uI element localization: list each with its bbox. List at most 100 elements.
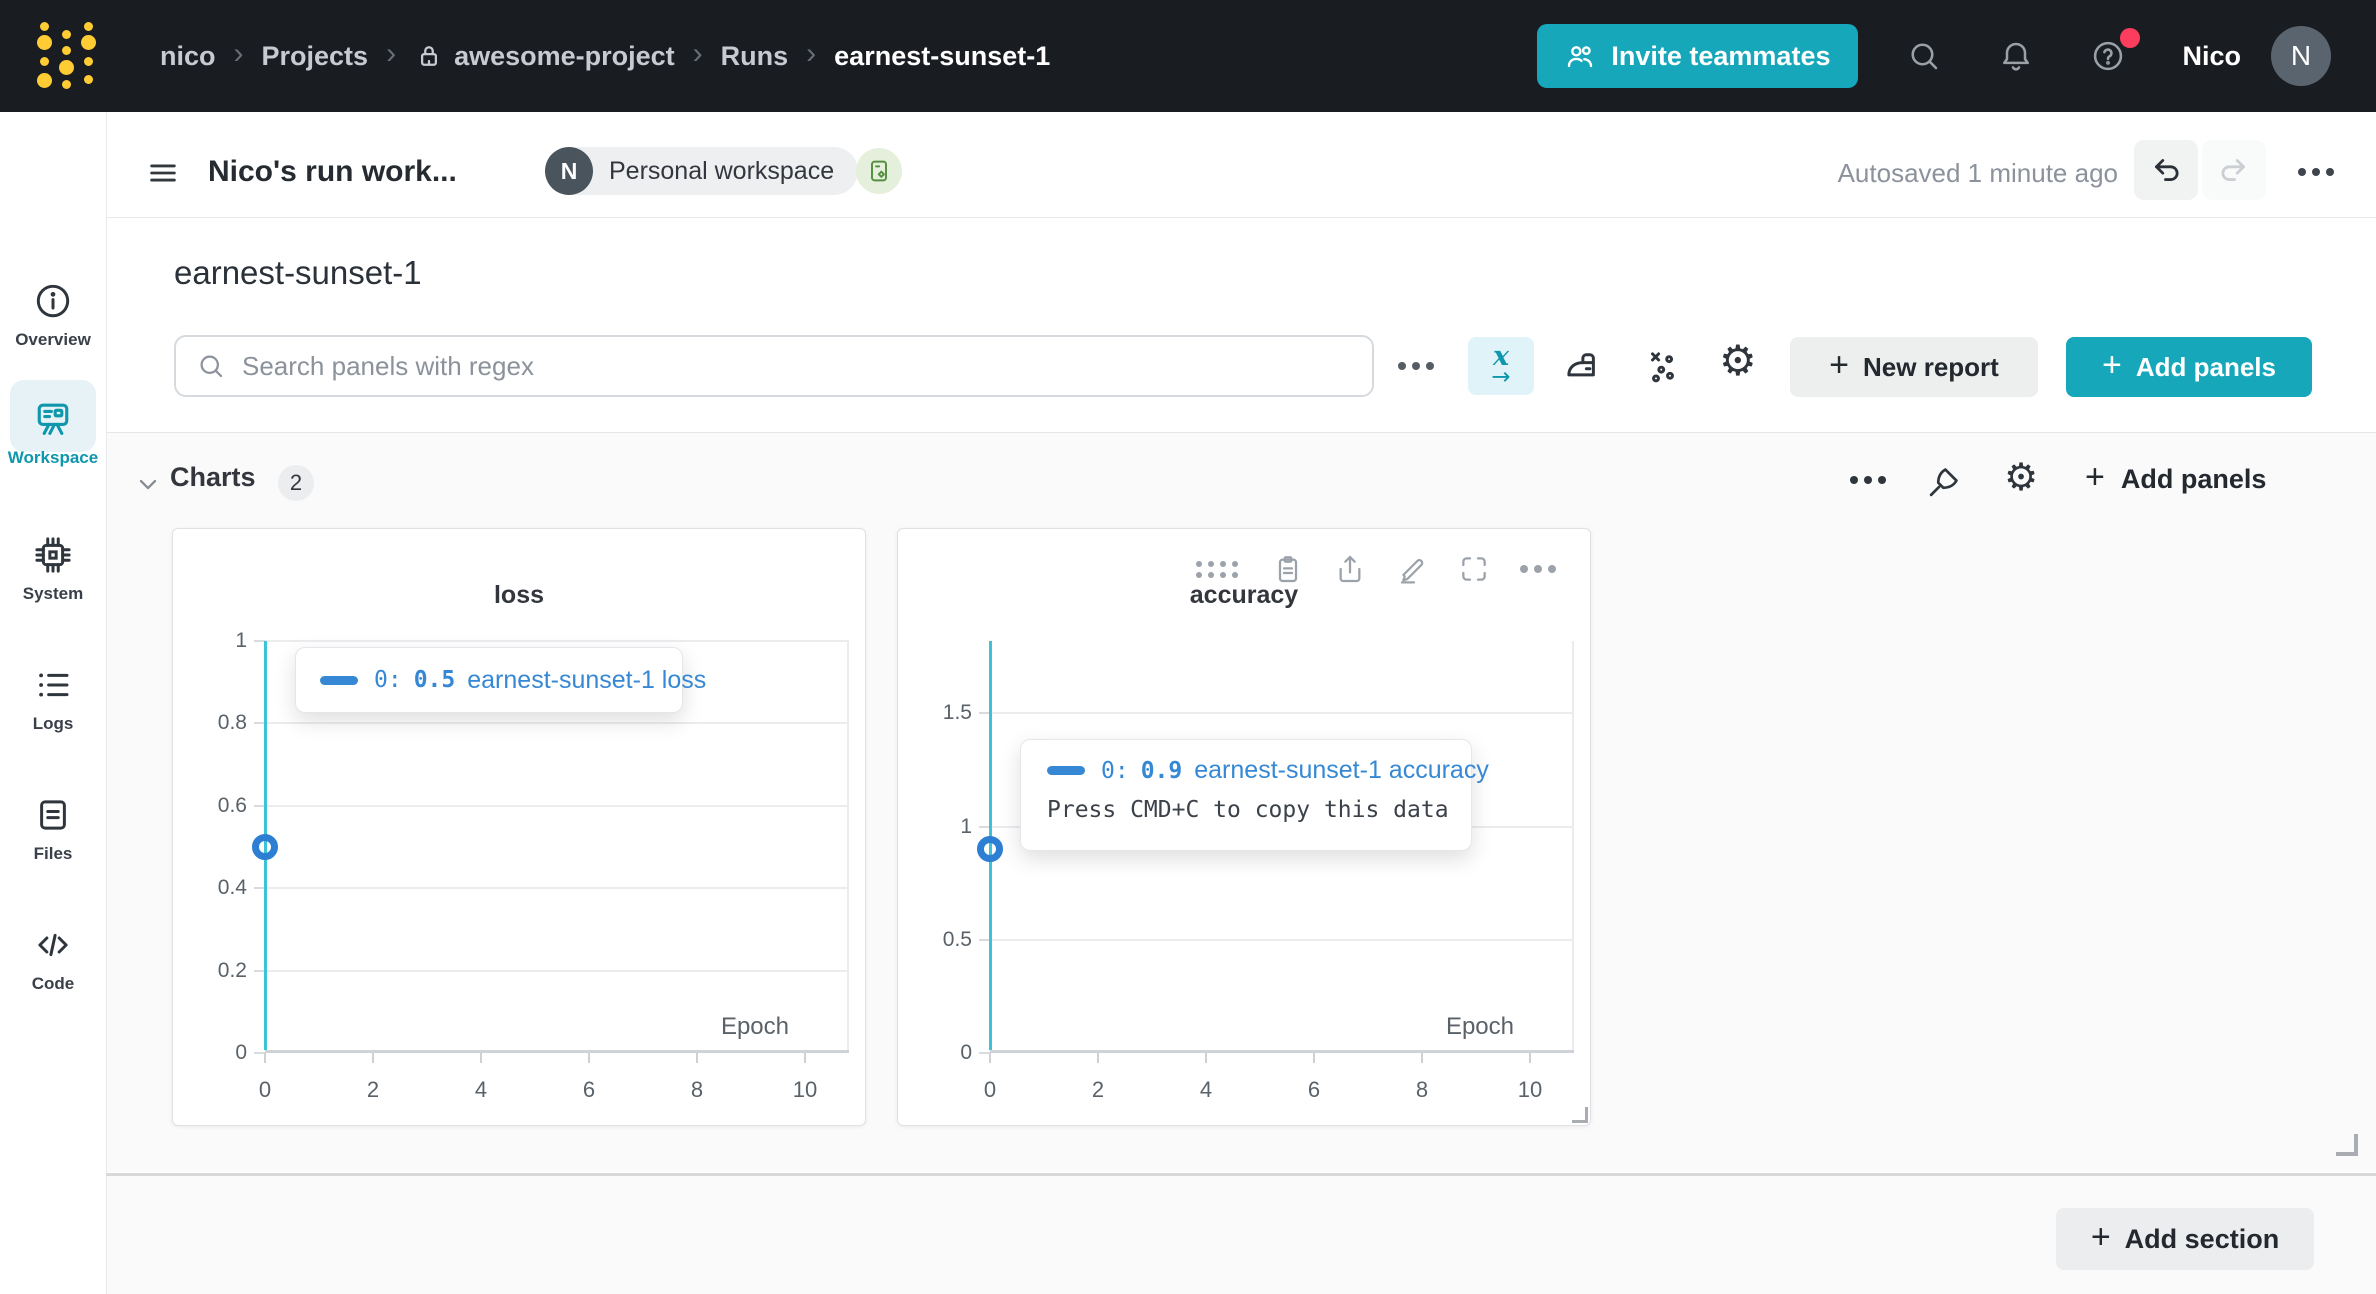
navbar-icons: [1906, 28, 2141, 74]
breadcrumb-runs[interactable]: Runs: [721, 41, 789, 72]
top-navbar: nico › Projects › awesome-project › Runs…: [0, 0, 2376, 112]
x-tick-label: 6: [1307, 1077, 1321, 1102]
chevron-down-icon[interactable]: [134, 470, 162, 498]
y-tick-label: 1: [235, 629, 247, 652]
series-legend-dash: [1047, 766, 1085, 775]
sidebar-item-overview[interactable]: Overview: [0, 280, 106, 350]
chart-tooltip: 0: 0.9 earnest-sunset-1 accuracy Press C…: [1020, 739, 1489, 851]
series-legend-dash: [320, 675, 358, 685]
new-report-label: New report: [1863, 351, 1999, 382]
wandb-logo[interactable]: [37, 18, 102, 96]
invite-teammates-button[interactable]: Invite teammates: [1537, 24, 1859, 88]
panel-resize-handle[interactable]: [1572, 1107, 1588, 1123]
workspace-avatar: N: [545, 147, 593, 195]
search-input[interactable]: [240, 349, 1372, 383]
sidebar-item-system[interactable]: System: [0, 534, 106, 604]
y-gridline: [265, 969, 849, 972]
breadcrumb-project[interactable]: awesome-project: [414, 41, 675, 72]
left-sidebar: Overview Workspace System Logs Files Cod…: [0, 112, 107, 1294]
charts-count-badge: 2: [278, 465, 314, 501]
redo-button[interactable]: [2202, 140, 2266, 200]
x-tick-label: 10: [792, 1077, 818, 1102]
outliers-scatter-icon[interactable]: [1642, 346, 1684, 388]
x-tick: [989, 1053, 991, 1063]
workspace-badge-label: Personal workspace: [609, 156, 835, 185]
new-report-button[interactable]: + New report: [1790, 337, 2038, 397]
tooltip-step: 0:: [374, 667, 402, 693]
sidebar-item-files[interactable]: Files: [0, 794, 106, 864]
x-tick-label: 0: [258, 1077, 272, 1102]
y-tick-label: 0.2: [217, 958, 247, 982]
chevron-right-separator: ›: [692, 37, 703, 70]
y-tick-label: 0.5: [942, 927, 972, 951]
x-tick: [804, 1053, 806, 1063]
y-tick-label: 0.8: [217, 711, 247, 735]
x-tick: [372, 1053, 374, 1063]
y-tick-label: 0: [235, 1041, 247, 1064]
notification-dot: [2120, 28, 2141, 48]
sidebar-item-code[interactable]: Code: [0, 924, 106, 994]
section-settings-gear-icon[interactable]: ⚙: [2004, 458, 2038, 496]
y-tick-label: 0.6: [217, 793, 247, 817]
add-section-label: Add section: [2124, 1223, 2280, 1254]
x-tick-label: 8: [690, 1077, 704, 1102]
x-tick: [1205, 1053, 1207, 1063]
breadcrumb-projects[interactable]: Projects: [262, 41, 369, 72]
lock-icon: [414, 41, 444, 71]
section-overflow-menu[interactable]: [1850, 476, 1886, 484]
x-tick: [1097, 1053, 1099, 1063]
section-add-panels-button[interactable]: + Add panels: [2085, 458, 2266, 496]
panel-search[interactable]: [174, 335, 1374, 397]
autosave-status: Autosaved 1 minute ago: [1837, 158, 2118, 188]
sidebar-item-logs[interactable]: Logs: [0, 664, 106, 734]
x-tick: [480, 1053, 482, 1063]
chart-tooltip: 0: 0.5 earnest-sunset-1 loss: [295, 647, 706, 713]
avatar[interactable]: N: [2271, 26, 2331, 86]
help-icon[interactable]: [2090, 28, 2141, 74]
x-axis-line: [265, 1050, 849, 1053]
tooltip-value: 0.5: [413, 667, 456, 693]
pin-icon[interactable]: [1924, 464, 1962, 502]
x-tick-label: 2: [1091, 1077, 1105, 1102]
plot-right-border: [847, 641, 849, 1050]
breadcrumb-run-name[interactable]: earnest-sunset-1: [834, 41, 1050, 72]
sidebar-item-workspace[interactable]: Workspace: [0, 380, 106, 468]
charts-section-title[interactable]: Charts: [170, 462, 256, 493]
chart-panel-accuracy[interactable]: accuracy Epoch 0 0.5 1 1.5 0 2 4 6 8 10 0: 0.9 ea…: [897, 528, 1591, 1126]
add-panels-label: Add panels: [2135, 351, 2276, 382]
workspace-title[interactable]: Nico's run work...: [208, 150, 457, 194]
plus-icon: +: [2085, 458, 2105, 496]
search-icon[interactable]: [1906, 38, 1942, 74]
personal-workspace-badge[interactable]: N Personal workspace: [545, 147, 859, 195]
plot-right-border: [1572, 641, 1574, 1050]
chart-panel-loss[interactable]: loss Epoch 0 0.2 0.4 0.6 0.8 1 0 2 4 6 8 10 0: 0.5 …: [172, 528, 866, 1126]
add-panels-button[interactable]: + Add panels: [2066, 337, 2312, 397]
add-section-button[interactable]: + Add section: [2056, 1208, 2314, 1270]
next-section-area: [107, 1176, 2376, 1294]
x-tick-label: 4: [1199, 1077, 1213, 1102]
report-draft-icon[interactable]: [856, 148, 902, 194]
workspace-overflow-menu[interactable]: [2298, 168, 2334, 176]
x-tick: [588, 1053, 590, 1063]
hamburger-menu-icon[interactable]: [146, 156, 180, 190]
user-name[interactable]: Nico: [2182, 41, 2241, 72]
x-tick-label: 6: [582, 1077, 596, 1102]
y-gridline: [265, 640, 849, 642]
y-gridline: [265, 804, 849, 807]
breadcrumb-entity[interactable]: nico: [160, 41, 216, 72]
undo-button[interactable]: [2134, 140, 2198, 200]
sidebar-label-overview: Overview: [15, 330, 91, 349]
smoothing-iron-icon[interactable]: [1561, 346, 1603, 388]
invite-teammates-label: Invite teammates: [1611, 40, 1831, 71]
navbar-right: Invite teammates Nico N: [1537, 0, 2331, 112]
settings-gear-icon[interactable]: ⚙: [1719, 340, 1757, 382]
x-tick: [1529, 1053, 1531, 1063]
breadcrumb-project-label: awesome-project: [454, 40, 675, 71]
file-icon: [32, 794, 74, 836]
x-tick-label: 4: [474, 1077, 488, 1102]
x-axis-settings-button[interactable]: x →: [1468, 337, 1534, 395]
log-list-icon: [32, 664, 74, 706]
section-resize-handle[interactable]: [2336, 1134, 2358, 1156]
bell-icon[interactable]: [1998, 38, 2034, 74]
search-overflow-menu[interactable]: [1398, 362, 1434, 370]
